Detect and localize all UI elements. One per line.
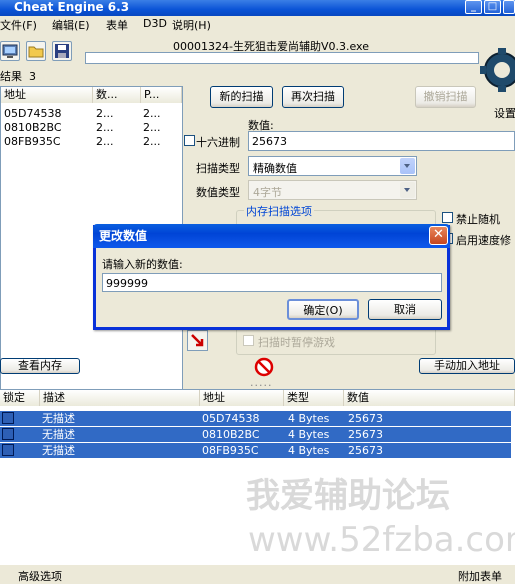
menu-edit[interactable]: 编辑(E) xyxy=(52,17,90,33)
speedhack-label: 启用速度修 xyxy=(456,234,511,247)
close-icon: ✕ xyxy=(433,227,444,242)
lock-checkbox[interactable] xyxy=(2,412,14,424)
menu-file[interactable]: 文件(F) xyxy=(0,17,37,33)
scan-type-label: 扫描类型 xyxy=(196,162,240,175)
menu-help[interactable]: 说明(H) xyxy=(172,17,211,33)
no-entry-icon xyxy=(254,357,274,377)
column-address[interactable]: 地址 xyxy=(1,87,93,103)
window-title: Cheat Engine 6.3 xyxy=(14,0,130,14)
memory-scan-options-title: 内存扫描选项 xyxy=(244,203,314,219)
change-value-dialog: 更改数值 ✕ 请输入新的数值: 999999 确定(O) 取消 xyxy=(93,224,450,330)
chevron-down-icon[interactable] xyxy=(400,182,415,198)
add-address-manually-button[interactable]: 手动加入地址 xyxy=(419,358,515,374)
pause-game-label: 扫描时暂停游戏 xyxy=(258,336,335,349)
menu-table[interactable]: 表单 xyxy=(106,17,128,33)
floppy-icon xyxy=(55,44,69,58)
undo-scan-button[interactable]: 撤销扫描 xyxy=(415,86,476,108)
save-button[interactable] xyxy=(52,41,72,61)
list-item[interactable]: 08FB935C 2... 2... xyxy=(1,135,182,148)
pause-game-checkbox[interactable] xyxy=(243,335,254,346)
value-type-label: 数值类型 xyxy=(196,186,240,199)
column-lock[interactable]: 锁定 xyxy=(0,390,40,406)
list-item[interactable]: 0810B2BC 2... 2... xyxy=(1,121,182,134)
gear-logo-icon xyxy=(480,48,515,92)
hex-checkbox[interactable] xyxy=(184,135,195,146)
watermark-title: 我爱辅助论坛 xyxy=(246,476,450,516)
value-type-select[interactable]: 4字节 xyxy=(248,180,417,200)
folder-icon xyxy=(28,46,44,58)
column-table-address[interactable]: 地址 xyxy=(200,390,284,406)
open-file-button[interactable] xyxy=(26,41,46,61)
column-previous[interactable]: P... xyxy=(141,87,182,103)
lock-checkbox[interactable] xyxy=(2,428,14,440)
add-to-list-button[interactable] xyxy=(187,330,208,351)
close-window-button[interactable] xyxy=(503,0,515,14)
dialog-prompt: 请输入新的数值: xyxy=(102,258,183,271)
dialog-title: 更改数值 xyxy=(99,229,148,243)
no-random-checkbox[interactable] xyxy=(442,212,453,223)
scan-type-select[interactable]: 精确数值 xyxy=(248,156,417,176)
menu-d3d[interactable]: D3D xyxy=(143,17,167,30)
dialog-cancel-button[interactable]: 取消 xyxy=(368,299,442,320)
table-row[interactable]: 无描述 05D74538 4 Bytes 25673 xyxy=(0,411,511,426)
splitter-handle[interactable]: ..... xyxy=(250,376,272,389)
scan-value-input[interactable]: 25673 xyxy=(248,131,515,151)
chevron-down-icon[interactable] xyxy=(400,158,415,174)
advanced-options-button[interactable]: 高级选项 xyxy=(18,568,62,584)
watermark-url: www.52fzba.com xyxy=(248,520,515,560)
column-value[interactable]: 数... xyxy=(93,87,141,103)
new-value-input[interactable]: 999999 xyxy=(102,273,442,292)
results-label: 结果 3 xyxy=(0,70,36,83)
results-count: 3 xyxy=(29,70,36,83)
cheat-engine-logo[interactable] xyxy=(480,38,515,103)
menu-bar: 文件(F) 编辑(E) 表单 D3D 说明(H) xyxy=(0,16,515,33)
list-item[interactable]: 05D74538 2... 2... xyxy=(1,107,182,120)
dialog-ok-button[interactable]: 确定(O) xyxy=(287,299,359,320)
minimize-button[interactable]: _ xyxy=(465,0,482,14)
new-scan-button[interactable]: 新的扫描 xyxy=(210,86,273,108)
no-random-label: 禁止随机 xyxy=(456,213,500,226)
scan-progress-bar xyxy=(85,52,479,64)
column-description[interactable]: 描述 xyxy=(40,390,200,406)
dialog-titlebar: 更改数值 ✕ xyxy=(93,224,450,248)
table-extras-button[interactable]: 附加表单 xyxy=(458,568,502,584)
view-memory-button[interactable]: 查看内存 xyxy=(0,358,80,374)
open-process-button[interactable] xyxy=(0,41,20,61)
window-titlebar: Cheat Engine 6.3 _ □ xyxy=(0,0,515,16)
computer-icon xyxy=(2,44,18,58)
hex-label: 十六进制 xyxy=(196,136,240,149)
column-type[interactable]: 类型 xyxy=(284,390,344,406)
stop-scan-button[interactable] xyxy=(254,357,274,377)
dialog-close-button[interactable]: ✕ xyxy=(429,226,448,245)
table-row[interactable]: 无描述 08FB935C 4 Bytes 25673 xyxy=(0,443,511,458)
red-arrow-icon xyxy=(191,334,204,347)
column-table-value[interactable]: 数值 xyxy=(344,390,515,406)
lock-checkbox[interactable] xyxy=(2,444,14,456)
table-row[interactable]: 无描述 0810B2BC 4 Bytes 25673 xyxy=(0,427,511,442)
status-bar xyxy=(0,565,515,581)
maximize-button[interactable]: □ xyxy=(484,0,501,14)
next-scan-button[interactable]: 再次扫描 xyxy=(282,86,344,108)
settings-link[interactable]: 设置 xyxy=(494,105,515,121)
